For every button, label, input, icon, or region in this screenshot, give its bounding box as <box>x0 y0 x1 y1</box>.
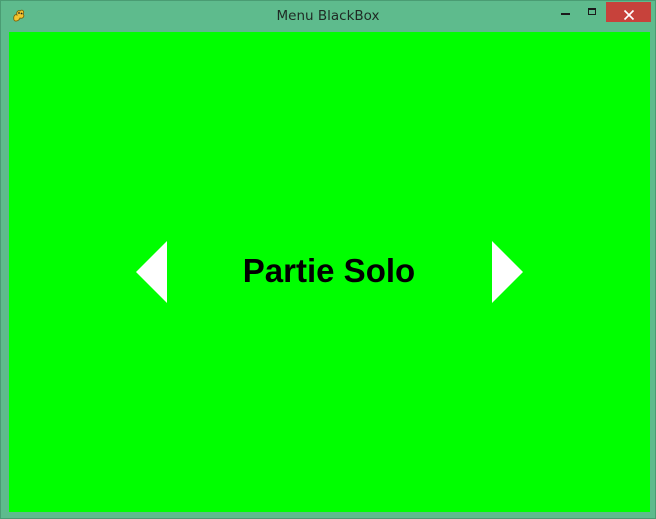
menu-canvas: Partie Solo <box>9 32 650 512</box>
arrow-right-icon[interactable] <box>491 241 523 303</box>
close-icon <box>623 6 635 21</box>
minimize-icon <box>561 13 570 15</box>
maximize-button[interactable] <box>579 2 606 22</box>
minimize-button[interactable] <box>552 2 579 22</box>
arrow-left-icon[interactable] <box>136 241 168 303</box>
app-window: Menu BlackBox Partie Solo <box>0 0 656 519</box>
maximize-icon <box>588 8 596 15</box>
menu-option-label: Partie Solo <box>242 252 416 289</box>
close-button[interactable] <box>606 2 651 22</box>
title-bar[interactable]: Menu BlackBox <box>1 1 655 31</box>
